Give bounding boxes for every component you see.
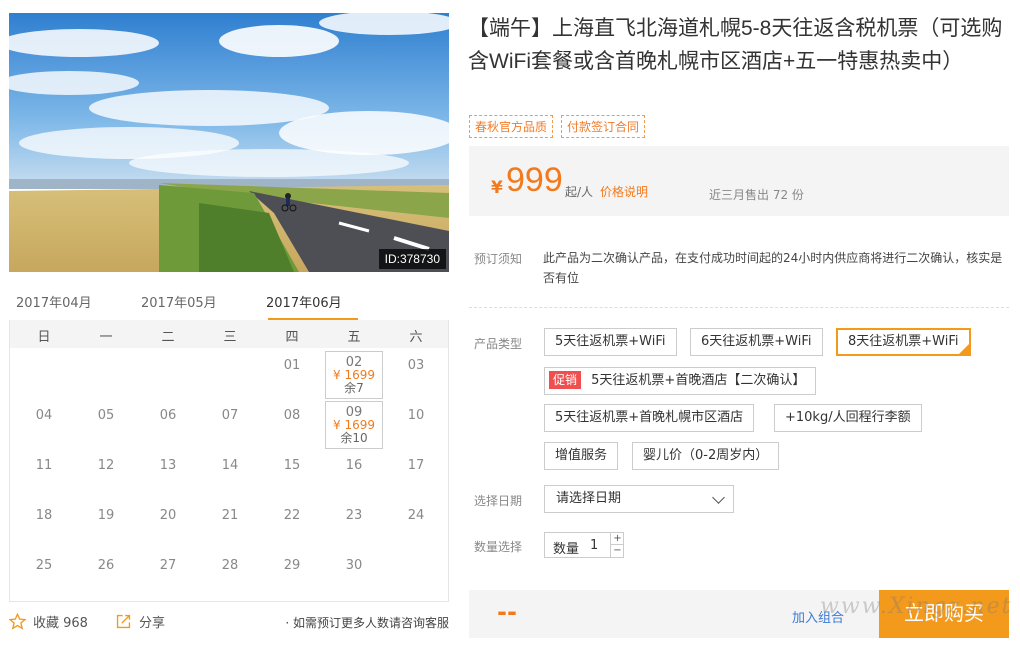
date-dropdown[interactable]: 请选择日期 xyxy=(544,485,734,513)
price-explain-link[interactable]: 价格说明 xyxy=(600,183,648,200)
calendar-day: 22 xyxy=(283,508,301,523)
calendar-day: 28 xyxy=(221,558,239,573)
calendar-day: 01 xyxy=(283,358,301,373)
date-calendar: 日 一 二 三 四 五 六 01 02 ¥ 1699 余7 03 04 05 0… xyxy=(9,320,449,602)
option-extra-baggage[interactable]: +10kg/人回程行李额 xyxy=(774,404,922,432)
quality-tags: 春秋官方品质 付款签订合同 xyxy=(469,115,646,138)
calendar-day: 03 xyxy=(407,358,425,373)
quantity-value: 1 xyxy=(590,538,599,553)
option-5day-wifi[interactable]: 5天往返机票+WiFi xyxy=(544,328,677,356)
weekday-wed: 三 xyxy=(223,330,237,345)
chevron-down-icon xyxy=(712,491,725,504)
hokkaido-landscape-image xyxy=(9,13,449,272)
product-title: 【端午】上海直飞北海道札幌5-8天往返含税机票（可选购含WiFi套餐或含首晚札幌… xyxy=(468,17,1003,73)
quantity-stepper[interactable]: 数量 1 + − xyxy=(544,532,624,558)
option-5day-hotel-confirm[interactable]: 促销 5天往返机票+首晚酒店【二次确认】 xyxy=(544,367,817,395)
decrement-button[interactable]: − xyxy=(610,545,624,557)
calendar-day: 30 xyxy=(345,558,363,573)
divider xyxy=(469,307,1009,308)
calendar-day: 16 xyxy=(345,458,363,473)
product-type-label: 产品类型 xyxy=(474,337,523,351)
option-infant-price[interactable]: 婴儿价（0-2周岁内） xyxy=(632,442,780,470)
product-id-badge: ID:378730 xyxy=(378,249,446,269)
day-number: 02 xyxy=(345,355,363,370)
price-amount: 999 xyxy=(506,161,563,199)
calendar-day: 06 xyxy=(159,408,177,423)
calendar-day: 20 xyxy=(159,508,177,523)
weekday-sun: 日 xyxy=(37,330,51,345)
calendar-day: 08 xyxy=(283,408,301,423)
tab-2017-06[interactable]: 2017年06月 xyxy=(266,292,342,311)
product-photo: ID:378730 xyxy=(9,13,449,272)
selected-check-icon xyxy=(958,344,969,354)
month-tabs: 2017年04月 2017年05月 2017年06月 xyxy=(9,288,449,321)
total-price: -- xyxy=(497,598,517,626)
purchase-bar: -- 加入组合 立即购买 xyxy=(469,590,1009,638)
calendar-day: 26 xyxy=(97,558,115,573)
calendar-day: 23 xyxy=(345,508,363,523)
weekday-tue: 二 xyxy=(161,330,175,345)
promo-badge: 促销 xyxy=(549,371,582,389)
share-label: 分享 xyxy=(139,616,166,631)
star-icon xyxy=(9,613,26,630)
increment-button[interactable]: + xyxy=(610,533,624,545)
weekday-sat: 六 xyxy=(409,330,423,345)
weekday-fri: 五 xyxy=(347,330,361,345)
day-stock: 余7 xyxy=(344,381,364,395)
calendar-day: 05 xyxy=(97,408,115,423)
share-icon xyxy=(116,614,131,629)
group-booking-note: · 如需预订更多人数请咨询客服 xyxy=(285,616,449,630)
calendar-day: 13 xyxy=(159,458,177,473)
calendar-day: 18 xyxy=(35,508,53,523)
calendar-day: 29 xyxy=(283,558,301,573)
date-select-label: 选择日期 xyxy=(474,494,523,508)
option-5day-hotel-confirm-label: 5天往返机票+首晚酒店【二次确认】 xyxy=(591,373,806,388)
tag-contract: 付款签订合同 xyxy=(561,115,646,138)
price-unit: 起/人 xyxy=(565,185,594,199)
calendar-day: 04 xyxy=(35,408,53,423)
option-8day-wifi[interactable]: 8天往返机票+WiFi xyxy=(836,328,971,356)
day-stock: 余10 xyxy=(340,431,368,445)
quantity-label: 数量选择 xyxy=(474,540,523,554)
booking-notice-text: 此产品为二次确认产品，在支付成功时间起的24小时内供应商将进行二次确认，核实是否… xyxy=(543,251,1003,285)
weekday-mon: 一 xyxy=(99,330,113,345)
buy-now-button[interactable]: 立即购买 xyxy=(879,590,1009,638)
option-6day-wifi[interactable]: 6天往返机票+WiFi xyxy=(690,328,823,356)
calendar-day-available[interactable]: 09 ¥ 1699 余10 xyxy=(325,401,383,449)
calendar-day: 12 xyxy=(97,458,115,473)
sold-count: 近三月售出 72 份 xyxy=(709,188,804,202)
calendar-day: 19 xyxy=(97,508,115,523)
currency-symbol: ¥ xyxy=(491,178,503,198)
calendar-day: 10 xyxy=(407,408,425,423)
calendar-day: 14 xyxy=(221,458,239,473)
calendar-day: 25 xyxy=(35,558,53,573)
calendar-day: 11 xyxy=(35,458,53,473)
calendar-day: 24 xyxy=(407,508,425,523)
share-button[interactable]: 分享 xyxy=(115,612,165,631)
share-bar: 收藏 968 分享 · 如需预订更多人数请咨询客服 xyxy=(9,610,449,634)
option-8day-wifi-label: 8天往返机票+WiFi xyxy=(848,334,959,349)
tab-2017-04[interactable]: 2017年04月 xyxy=(16,292,92,311)
calendar-day: 21 xyxy=(221,508,239,523)
booking-notice-label: 预订须知 xyxy=(474,252,523,266)
option-5day-sapporo-hotel[interactable]: 5天往返机票+首晚札幌市区酒店 xyxy=(544,404,755,432)
tag-official-quality: 春秋官方品质 xyxy=(469,115,554,138)
calendar-day: 17 xyxy=(407,458,425,473)
add-to-combo-link[interactable]: 加入组合 xyxy=(792,607,844,626)
calendar-day-available[interactable]: 02 ¥ 1699 余7 xyxy=(325,351,383,399)
quantity-text: 数量 xyxy=(553,542,580,557)
option-value-added[interactable]: 增值服务 xyxy=(544,442,619,470)
favorite-button[interactable]: 收藏 968 xyxy=(9,612,88,631)
calendar-weekday-header: 日 一 二 三 四 五 六 xyxy=(10,320,448,348)
weekday-thu: 四 xyxy=(285,330,299,345)
favorite-label: 收藏 968 xyxy=(33,616,88,631)
date-dropdown-value: 请选择日期 xyxy=(556,491,622,506)
price-panel: ¥ 999 起/人 价格说明 近三月售出 72 份 xyxy=(469,146,1009,216)
day-number: 09 xyxy=(345,405,363,420)
calendar-day: 27 xyxy=(159,558,177,573)
calendar-day: 07 xyxy=(221,408,239,423)
tab-2017-05[interactable]: 2017年05月 xyxy=(141,292,217,311)
calendar-day: 15 xyxy=(283,458,301,473)
